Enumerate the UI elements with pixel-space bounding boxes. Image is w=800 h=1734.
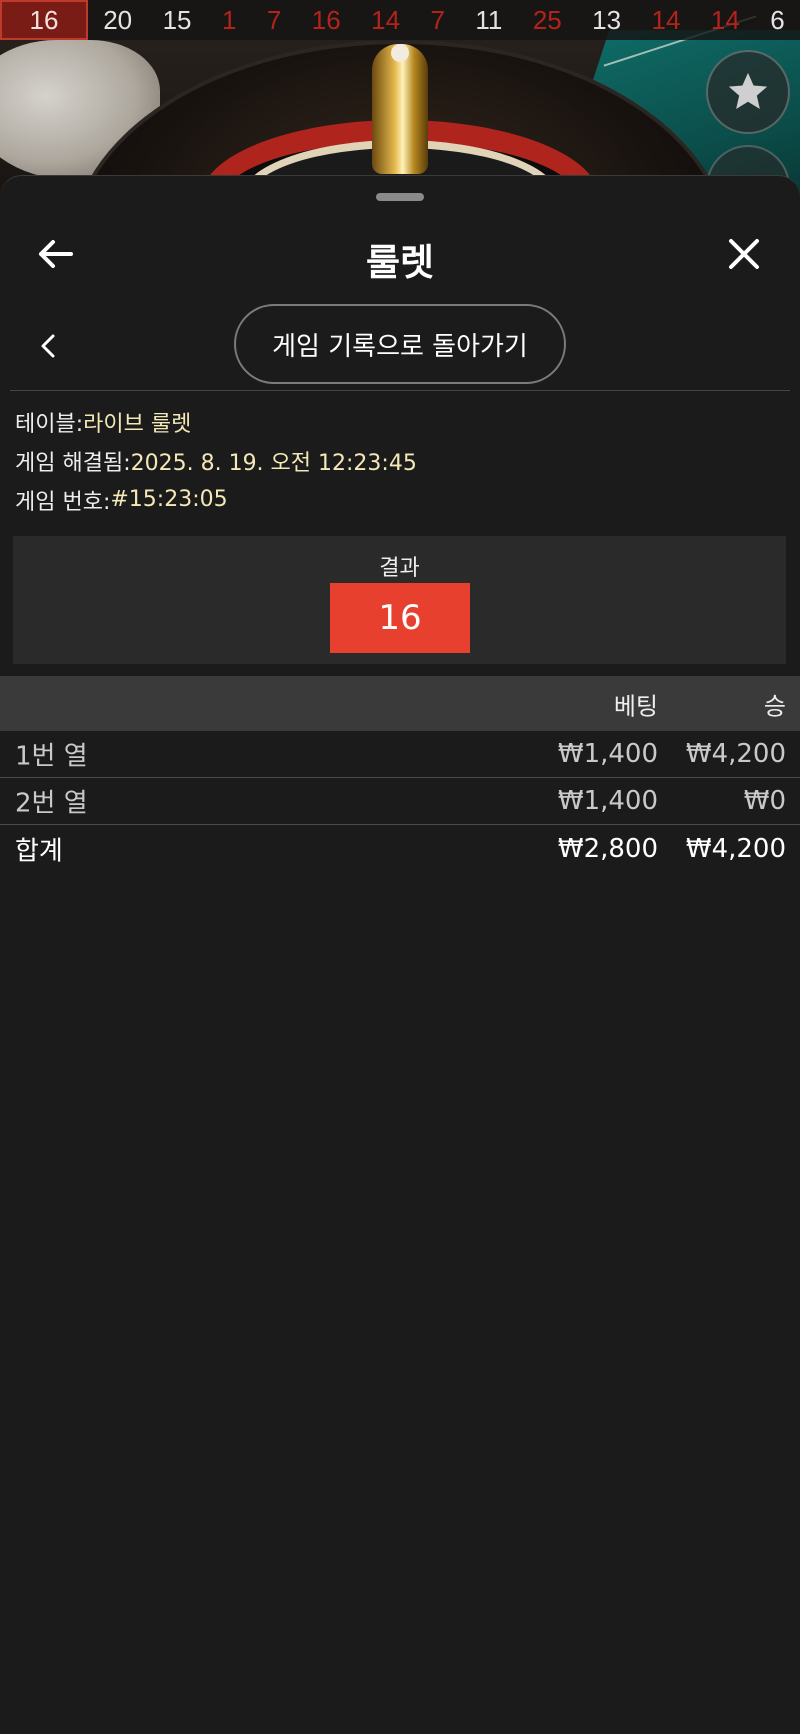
history-number: 15	[162, 4, 192, 35]
wheel-turret-top	[391, 44, 409, 62]
info-resolved-value: 2025. 8. 19. 오전 12:23:45	[130, 450, 417, 476]
info-table-label: 테이블:	[15, 411, 84, 437]
total-win: ₩4,200	[685, 833, 786, 864]
total-bet: ₩2,800	[557, 833, 658, 864]
row-win: ₩0	[743, 786, 786, 816]
history-number: 6	[770, 4, 785, 35]
game-info: 테이블: 라이브 룰렛 게임 해결됨: 2025. 8. 19. 오전 12:2…	[15, 402, 785, 519]
history-number: 16	[311, 4, 341, 35]
history-number: 14	[371, 4, 401, 35]
info-game-number-label: 게임 번호:	[15, 489, 111, 515]
history-number: 14	[710, 4, 740, 35]
table-row: 1번 열 ₩1,400 ₩4,200	[0, 731, 800, 778]
result-panel: 결과 16	[13, 536, 786, 664]
chevron-left-icon	[41, 334, 55, 358]
table-header: 베팅 승	[0, 676, 800, 731]
result-label: 결과	[379, 556, 420, 581]
header-bet: 베팅	[613, 692, 658, 720]
star-icon	[728, 72, 768, 110]
history-number: 14	[651, 4, 681, 35]
close-button[interactable]	[724, 234, 764, 274]
table-row: 2번 열 ₩1,400 ₩0	[0, 778, 800, 825]
row-bet: ₩1,400	[557, 739, 658, 769]
roulette-screen: 16 2015171614711251314146 룰렛	[0, 0, 800, 1734]
sheet-header: 룰렛	[0, 216, 800, 296]
header-win: 승	[763, 692, 786, 720]
info-table: 테이블: 라이브 룰렛	[15, 402, 785, 441]
info-resolved-label: 게임 해결됨:	[15, 450, 131, 476]
divider	[10, 390, 790, 391]
table-total-row: 합계 ₩2,800 ₩4,200	[0, 825, 800, 872]
info-table-value: 라이브 룰렛	[83, 411, 192, 437]
sheet-grabber[interactable]	[376, 193, 424, 201]
history-latest-number: 16	[0, 0, 88, 40]
row-bet: ₩1,400	[557, 786, 658, 816]
favorite-button[interactable]	[706, 50, 790, 134]
back-to-history-button[interactable]: 게임 기록으로 돌아가기	[234, 304, 566, 384]
bet-table: 베팅 승 1번 열 ₩1,400 ₩4,200 2번 열 ₩1,400 ₩0 합…	[0, 676, 800, 872]
close-icon	[729, 239, 759, 269]
wheel-turret	[372, 44, 428, 174]
info-resolved: 게임 해결됨: 2025. 8. 19. 오전 12:23:45	[15, 441, 785, 480]
game-detail-sheet: 룰렛 게임 기록으로 돌아가기 테이블: 라이브 룰렛 게임 해결됨: 2025…	[0, 175, 800, 1734]
info-game-number: 게임 번호: #15:23:05	[15, 480, 785, 519]
history-number: 11	[475, 4, 503, 35]
result-number: 16	[330, 583, 470, 653]
history-number: 13	[592, 4, 622, 35]
history-number-list: 20 15 1 7 16 14 7 11 25 13 14 14 6	[88, 0, 800, 40]
history-nav-row: 게임 기록으로 돌아가기	[0, 304, 800, 388]
total-name: 합계	[15, 836, 63, 866]
row-name: 2번 열	[15, 788, 88, 819]
row-name: 1번 열	[15, 741, 88, 772]
history-number: 20	[103, 4, 133, 35]
number-history-bar: 16 20 15 1 7 16 14 7 11 25 13 14 14 6	[0, 0, 800, 40]
info-game-number-value: #15:23:05	[110, 487, 228, 512]
previous-button[interactable]	[28, 326, 68, 366]
row-win: ₩4,200	[685, 739, 786, 769]
history-number: 1	[221, 4, 237, 35]
history-number: 7	[430, 4, 445, 35]
history-number: 7	[266, 4, 282, 35]
page-title: 룰렛	[365, 241, 435, 284]
history-number: 25	[532, 4, 562, 35]
